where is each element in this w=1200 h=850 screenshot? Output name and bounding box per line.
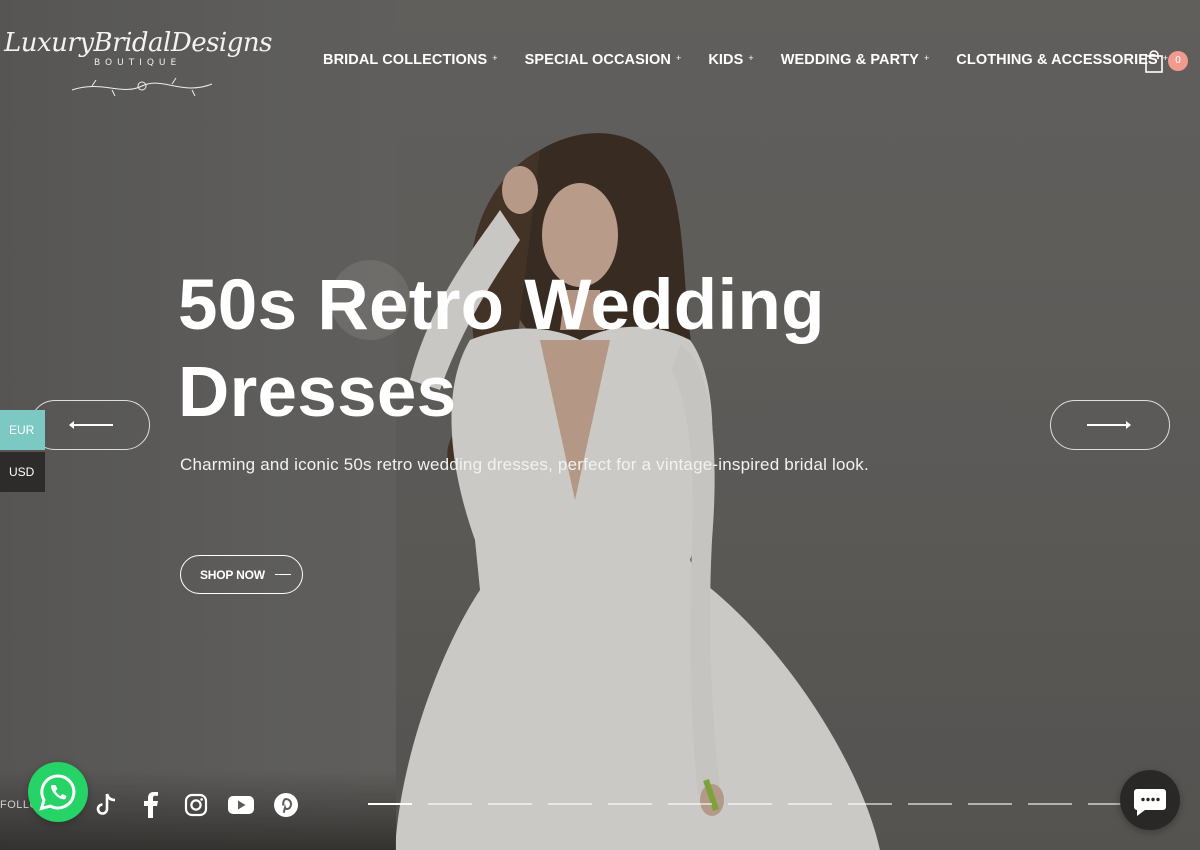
nav-bridal-collections[interactable]: BRIDAL COLLECTIONS + <box>323 52 498 68</box>
slider-dot[interactable] <box>728 803 772 805</box>
chat-bubble-icon <box>1134 789 1166 816</box>
cart-button[interactable]: 0 <box>1144 50 1192 74</box>
expand-icon: + <box>675 53 682 63</box>
facebook-icon[interactable] <box>138 792 164 818</box>
slider-dot[interactable] <box>668 803 712 805</box>
social-links <box>93 792 299 818</box>
slider-dot[interactable] <box>968 803 1012 805</box>
expand-icon: + <box>748 53 754 63</box>
nav-label: BRIDAL COLLECTIONS <box>323 52 488 68</box>
expand-icon: + <box>492 53 498 63</box>
currency-usd[interactable]: USD <box>0 452 45 492</box>
slider-dot[interactable] <box>1028 803 1072 805</box>
slider-dot[interactable] <box>428 803 472 805</box>
shop-now-button[interactable]: SHOP NOW <box>180 555 303 594</box>
slider-dot[interactable] <box>848 803 892 805</box>
slider-next-button[interactable] <box>1050 400 1170 450</box>
arrow-line-icon <box>274 574 291 575</box>
instagram-icon[interactable] <box>183 792 209 818</box>
nav-label: SPECIAL OCCASION <box>524 52 671 68</box>
arrow-right-icon <box>1087 421 1131 429</box>
slider-dot[interactable] <box>368 803 412 805</box>
pinterest-icon[interactable] <box>273 792 299 818</box>
youtube-icon[interactable] <box>228 792 254 818</box>
tiktok-icon[interactable] <box>93 792 119 818</box>
currency-eur[interactable]: EUR <box>0 410 45 450</box>
logo-floral-icon <box>71 77 213 97</box>
shop-now-label: SHOP NOW <box>200 567 265 582</box>
slider-dot[interactable] <box>908 803 952 805</box>
nav-kids[interactable]: KIDS + <box>708 52 753 68</box>
whatsapp-button[interactable] <box>28 762 88 822</box>
slider-dot[interactable] <box>548 803 592 805</box>
slider-prev-button[interactable] <box>30 400 150 450</box>
slider-dot[interactable] <box>608 803 652 805</box>
brand-sub: BOUTIQUE <box>94 58 182 68</box>
hero-subtitle: Charming and iconic 50s retro wedding dr… <box>180 455 869 474</box>
nav-wedding-party[interactable]: WEDDING & PARTY + <box>781 52 930 68</box>
chat-button[interactable] <box>1120 770 1180 830</box>
cart-count-badge: 0 <box>1168 51 1188 71</box>
hero-title-line2: Dresses <box>178 353 457 432</box>
nav-label: WEDDING & PARTY <box>780 52 919 68</box>
hero-title: 50s Retro Wedding Dresses <box>178 262 878 436</box>
slider-pagination <box>368 803 1164 805</box>
nav-special-occasion[interactable]: SPECIAL OCCASION + <box>525 52 682 68</box>
nav-label: KIDS <box>708 52 744 68</box>
nav-label: CLOTHING & ACCESSORIES <box>956 52 1158 68</box>
arrow-left-icon <box>69 421 113 429</box>
nav-clothing-accessories[interactable]: CLOTHING & ACCESSORIES + <box>956 52 1168 68</box>
slider-dot[interactable] <box>488 803 532 805</box>
shopping-bag-icon <box>1145 50 1163 73</box>
brand-logo[interactable]: LuxuryBridalDesigns BOUTIQUE <box>2 22 277 97</box>
brand-name: LuxuryBridalDesigns <box>4 28 272 58</box>
main-nav: BRIDAL COLLECTIONS + SPECIAL OCCASION + KI… <box>323 52 1168 68</box>
hero-title-line1: 50s Retro Wedding <box>178 266 825 345</box>
whatsapp-icon <box>39 774 76 811</box>
expand-icon: + <box>923 53 930 63</box>
slider-dot[interactable] <box>788 803 832 805</box>
